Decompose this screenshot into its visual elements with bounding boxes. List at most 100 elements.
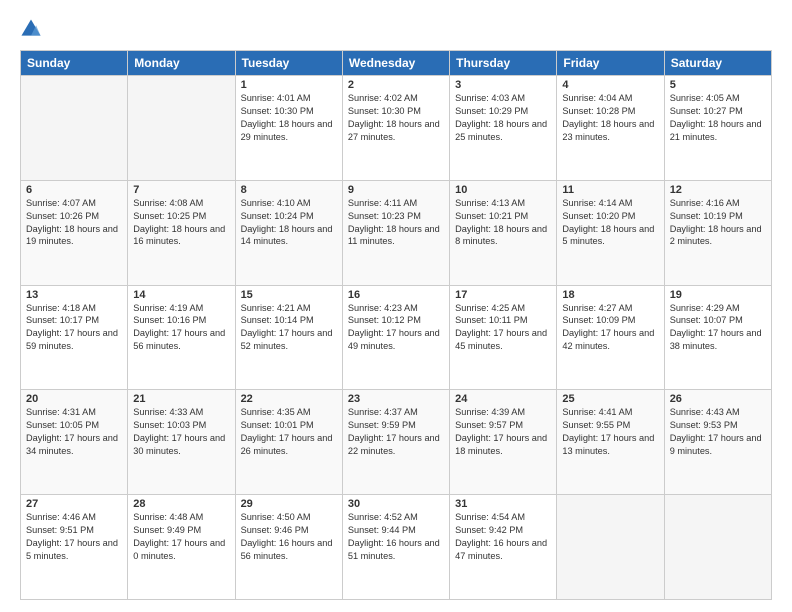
day-number: 14 bbox=[133, 289, 229, 301]
calendar-cell: 22Sunrise: 4:35 AM Sunset: 10:01 PM Dayl… bbox=[235, 390, 342, 495]
day-info: Sunrise: 4:54 AM Sunset: 9:42 PM Dayligh… bbox=[455, 511, 551, 563]
calendar-cell: 30Sunrise: 4:52 AM Sunset: 9:44 PM Dayli… bbox=[342, 495, 449, 600]
calendar-cell: 31Sunrise: 4:54 AM Sunset: 9:42 PM Dayli… bbox=[450, 495, 557, 600]
day-number: 24 bbox=[455, 393, 551, 405]
day-info: Sunrise: 4:43 AM Sunset: 9:53 PM Dayligh… bbox=[670, 406, 766, 458]
logo bbox=[20, 18, 46, 40]
calendar-cell: 25Sunrise: 4:41 AM Sunset: 9:55 PM Dayli… bbox=[557, 390, 664, 495]
calendar-cell bbox=[664, 495, 771, 600]
day-number: 6 bbox=[26, 184, 122, 196]
calendar-cell: 27Sunrise: 4:46 AM Sunset: 9:51 PM Dayli… bbox=[21, 495, 128, 600]
day-info: Sunrise: 4:08 AM Sunset: 10:25 PM Daylig… bbox=[133, 197, 229, 249]
weekday-header-thursday: Thursday bbox=[450, 51, 557, 76]
day-info: Sunrise: 4:50 AM Sunset: 9:46 PM Dayligh… bbox=[241, 511, 337, 563]
day-number: 27 bbox=[26, 498, 122, 510]
calendar-cell: 8Sunrise: 4:10 AM Sunset: 10:24 PM Dayli… bbox=[235, 180, 342, 285]
day-number: 7 bbox=[133, 184, 229, 196]
day-number: 28 bbox=[133, 498, 229, 510]
calendar-week-5: 27Sunrise: 4:46 AM Sunset: 9:51 PM Dayli… bbox=[21, 495, 772, 600]
day-info: Sunrise: 4:18 AM Sunset: 10:17 PM Daylig… bbox=[26, 302, 122, 354]
calendar-cell: 3Sunrise: 4:03 AM Sunset: 10:29 PM Dayli… bbox=[450, 76, 557, 181]
calendar-cell: 29Sunrise: 4:50 AM Sunset: 9:46 PM Dayli… bbox=[235, 495, 342, 600]
day-number: 31 bbox=[455, 498, 551, 510]
calendar-week-4: 20Sunrise: 4:31 AM Sunset: 10:05 PM Dayl… bbox=[21, 390, 772, 495]
calendar-cell bbox=[557, 495, 664, 600]
day-info: Sunrise: 4:23 AM Sunset: 10:12 PM Daylig… bbox=[348, 302, 444, 354]
day-info: Sunrise: 4:27 AM Sunset: 10:09 PM Daylig… bbox=[562, 302, 658, 354]
day-number: 12 bbox=[670, 184, 766, 196]
day-number: 29 bbox=[241, 498, 337, 510]
day-number: 16 bbox=[348, 289, 444, 301]
day-info: Sunrise: 4:01 AM Sunset: 10:30 PM Daylig… bbox=[241, 92, 337, 144]
day-info: Sunrise: 4:16 AM Sunset: 10:19 PM Daylig… bbox=[670, 197, 766, 249]
calendar-cell: 13Sunrise: 4:18 AM Sunset: 10:17 PM Dayl… bbox=[21, 285, 128, 390]
day-info: Sunrise: 4:19 AM Sunset: 10:16 PM Daylig… bbox=[133, 302, 229, 354]
day-number: 19 bbox=[670, 289, 766, 301]
day-info: Sunrise: 4:37 AM Sunset: 9:59 PM Dayligh… bbox=[348, 406, 444, 458]
calendar-cell: 5Sunrise: 4:05 AM Sunset: 10:27 PM Dayli… bbox=[664, 76, 771, 181]
day-number: 11 bbox=[562, 184, 658, 196]
calendar-week-2: 6Sunrise: 4:07 AM Sunset: 10:26 PM Dayli… bbox=[21, 180, 772, 285]
day-number: 1 bbox=[241, 79, 337, 91]
weekday-header-friday: Friday bbox=[557, 51, 664, 76]
calendar-cell: 15Sunrise: 4:21 AM Sunset: 10:14 PM Dayl… bbox=[235, 285, 342, 390]
day-info: Sunrise: 4:31 AM Sunset: 10:05 PM Daylig… bbox=[26, 406, 122, 458]
day-info: Sunrise: 4:11 AM Sunset: 10:23 PM Daylig… bbox=[348, 197, 444, 249]
day-info: Sunrise: 4:29 AM Sunset: 10:07 PM Daylig… bbox=[670, 302, 766, 354]
day-number: 26 bbox=[670, 393, 766, 405]
calendar-cell: 6Sunrise: 4:07 AM Sunset: 10:26 PM Dayli… bbox=[21, 180, 128, 285]
calendar-cell: 9Sunrise: 4:11 AM Sunset: 10:23 PM Dayli… bbox=[342, 180, 449, 285]
day-info: Sunrise: 4:04 AM Sunset: 10:28 PM Daylig… bbox=[562, 92, 658, 144]
day-number: 21 bbox=[133, 393, 229, 405]
day-number: 22 bbox=[241, 393, 337, 405]
day-number: 10 bbox=[455, 184, 551, 196]
header bbox=[20, 18, 772, 40]
logo-icon bbox=[20, 18, 42, 40]
day-number: 13 bbox=[26, 289, 122, 301]
day-number: 2 bbox=[348, 79, 444, 91]
weekday-header-sunday: Sunday bbox=[21, 51, 128, 76]
day-info: Sunrise: 4:35 AM Sunset: 10:01 PM Daylig… bbox=[241, 406, 337, 458]
day-number: 15 bbox=[241, 289, 337, 301]
day-number: 20 bbox=[26, 393, 122, 405]
day-number: 23 bbox=[348, 393, 444, 405]
calendar-cell: 28Sunrise: 4:48 AM Sunset: 9:49 PM Dayli… bbox=[128, 495, 235, 600]
calendar-cell: 26Sunrise: 4:43 AM Sunset: 9:53 PM Dayli… bbox=[664, 390, 771, 495]
day-info: Sunrise: 4:25 AM Sunset: 10:11 PM Daylig… bbox=[455, 302, 551, 354]
day-info: Sunrise: 4:52 AM Sunset: 9:44 PM Dayligh… bbox=[348, 511, 444, 563]
calendar-week-1: 1Sunrise: 4:01 AM Sunset: 10:30 PM Dayli… bbox=[21, 76, 772, 181]
calendar-cell: 23Sunrise: 4:37 AM Sunset: 9:59 PM Dayli… bbox=[342, 390, 449, 495]
day-number: 17 bbox=[455, 289, 551, 301]
day-info: Sunrise: 4:33 AM Sunset: 10:03 PM Daylig… bbox=[133, 406, 229, 458]
day-info: Sunrise: 4:46 AM Sunset: 9:51 PM Dayligh… bbox=[26, 511, 122, 563]
day-info: Sunrise: 4:03 AM Sunset: 10:29 PM Daylig… bbox=[455, 92, 551, 144]
calendar-cell: 14Sunrise: 4:19 AM Sunset: 10:16 PM Dayl… bbox=[128, 285, 235, 390]
calendar-cell: 4Sunrise: 4:04 AM Sunset: 10:28 PM Dayli… bbox=[557, 76, 664, 181]
day-number: 4 bbox=[562, 79, 658, 91]
day-info: Sunrise: 4:05 AM Sunset: 10:27 PM Daylig… bbox=[670, 92, 766, 144]
calendar-cell: 12Sunrise: 4:16 AM Sunset: 10:19 PM Dayl… bbox=[664, 180, 771, 285]
calendar-cell: 21Sunrise: 4:33 AM Sunset: 10:03 PM Dayl… bbox=[128, 390, 235, 495]
weekday-header-row: SundayMondayTuesdayWednesdayThursdayFrid… bbox=[21, 51, 772, 76]
calendar-cell: 24Sunrise: 4:39 AM Sunset: 9:57 PM Dayli… bbox=[450, 390, 557, 495]
day-number: 3 bbox=[455, 79, 551, 91]
weekday-header-wednesday: Wednesday bbox=[342, 51, 449, 76]
day-number: 25 bbox=[562, 393, 658, 405]
day-info: Sunrise: 4:02 AM Sunset: 10:30 PM Daylig… bbox=[348, 92, 444, 144]
day-info: Sunrise: 4:13 AM Sunset: 10:21 PM Daylig… bbox=[455, 197, 551, 249]
weekday-header-saturday: Saturday bbox=[664, 51, 771, 76]
weekday-header-tuesday: Tuesday bbox=[235, 51, 342, 76]
day-info: Sunrise: 4:41 AM Sunset: 9:55 PM Dayligh… bbox=[562, 406, 658, 458]
calendar-cell: 17Sunrise: 4:25 AM Sunset: 10:11 PM Dayl… bbox=[450, 285, 557, 390]
calendar-cell bbox=[21, 76, 128, 181]
weekday-header-monday: Monday bbox=[128, 51, 235, 76]
calendar-cell: 11Sunrise: 4:14 AM Sunset: 10:20 PM Dayl… bbox=[557, 180, 664, 285]
day-info: Sunrise: 4:07 AM Sunset: 10:26 PM Daylig… bbox=[26, 197, 122, 249]
day-number: 18 bbox=[562, 289, 658, 301]
calendar-cell: 20Sunrise: 4:31 AM Sunset: 10:05 PM Dayl… bbox=[21, 390, 128, 495]
day-info: Sunrise: 4:21 AM Sunset: 10:14 PM Daylig… bbox=[241, 302, 337, 354]
calendar-cell: 16Sunrise: 4:23 AM Sunset: 10:12 PM Dayl… bbox=[342, 285, 449, 390]
calendar-cell bbox=[128, 76, 235, 181]
day-number: 8 bbox=[241, 184, 337, 196]
calendar-week-3: 13Sunrise: 4:18 AM Sunset: 10:17 PM Dayl… bbox=[21, 285, 772, 390]
